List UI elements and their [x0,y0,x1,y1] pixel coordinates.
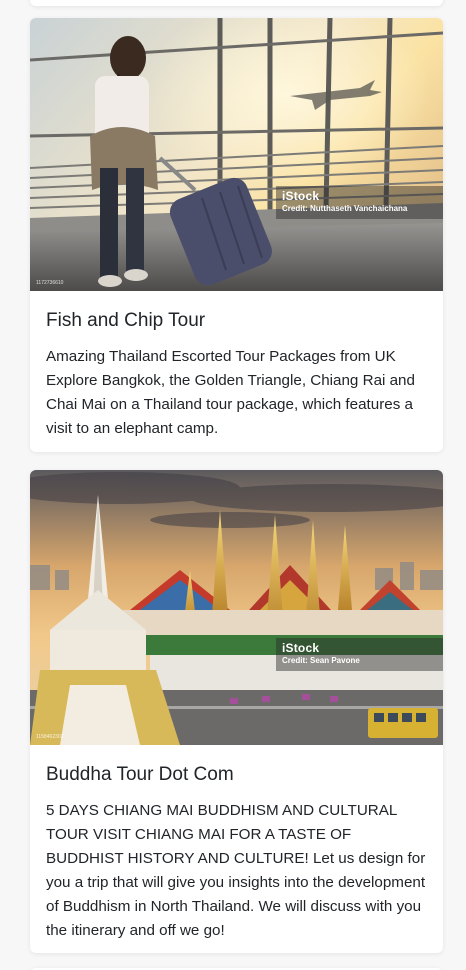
istock-watermark: iStock Credit: Nutthaseth Vanchaichana [276,186,443,219]
tour-card[interactable]: iStock Credit: Nutthaseth Vanchaichana 1… [30,18,443,452]
card-title[interactable]: Fish and Chip Tour [46,309,427,333]
stock-brand: iStock [282,189,320,203]
card-body: Buddha Tour Dot Com 5 DAYS CHIANG MAI BU… [30,745,443,953]
stock-id: 1172736610 [36,280,64,286]
tour-image-temple: iStock Credit: Sean Pavone 1158462303 [30,470,443,745]
card-body: Fish and Chip Tour Amazing Thailand Esco… [30,291,443,452]
stock-id: 1158462303 [36,734,64,740]
stock-credit: Credit: Sean Pavone [282,655,360,665]
tour-image-airport: iStock Credit: Nutthaseth Vanchaichana 1… [30,18,443,291]
card-text: 5 DAYS CHIANG MAI BUDDHISM AND CULTURAL … [46,802,426,939]
stock-brand: iStock [282,641,320,655]
tour-card[interactable]: iStock Credit: Sean Pavone 1158462303 Bu… [30,470,443,953]
istock-watermark: iStock Credit: Sean Pavone [276,638,443,671]
card-text: Amazing Thailand Escorted Tour Packages … [46,348,415,437]
card-title[interactable]: Buddha Tour Dot Com [46,763,427,787]
stock-credit: Credit: Nutthaseth Vanchaichana [282,203,408,213]
card-partial-top [30,0,443,6]
